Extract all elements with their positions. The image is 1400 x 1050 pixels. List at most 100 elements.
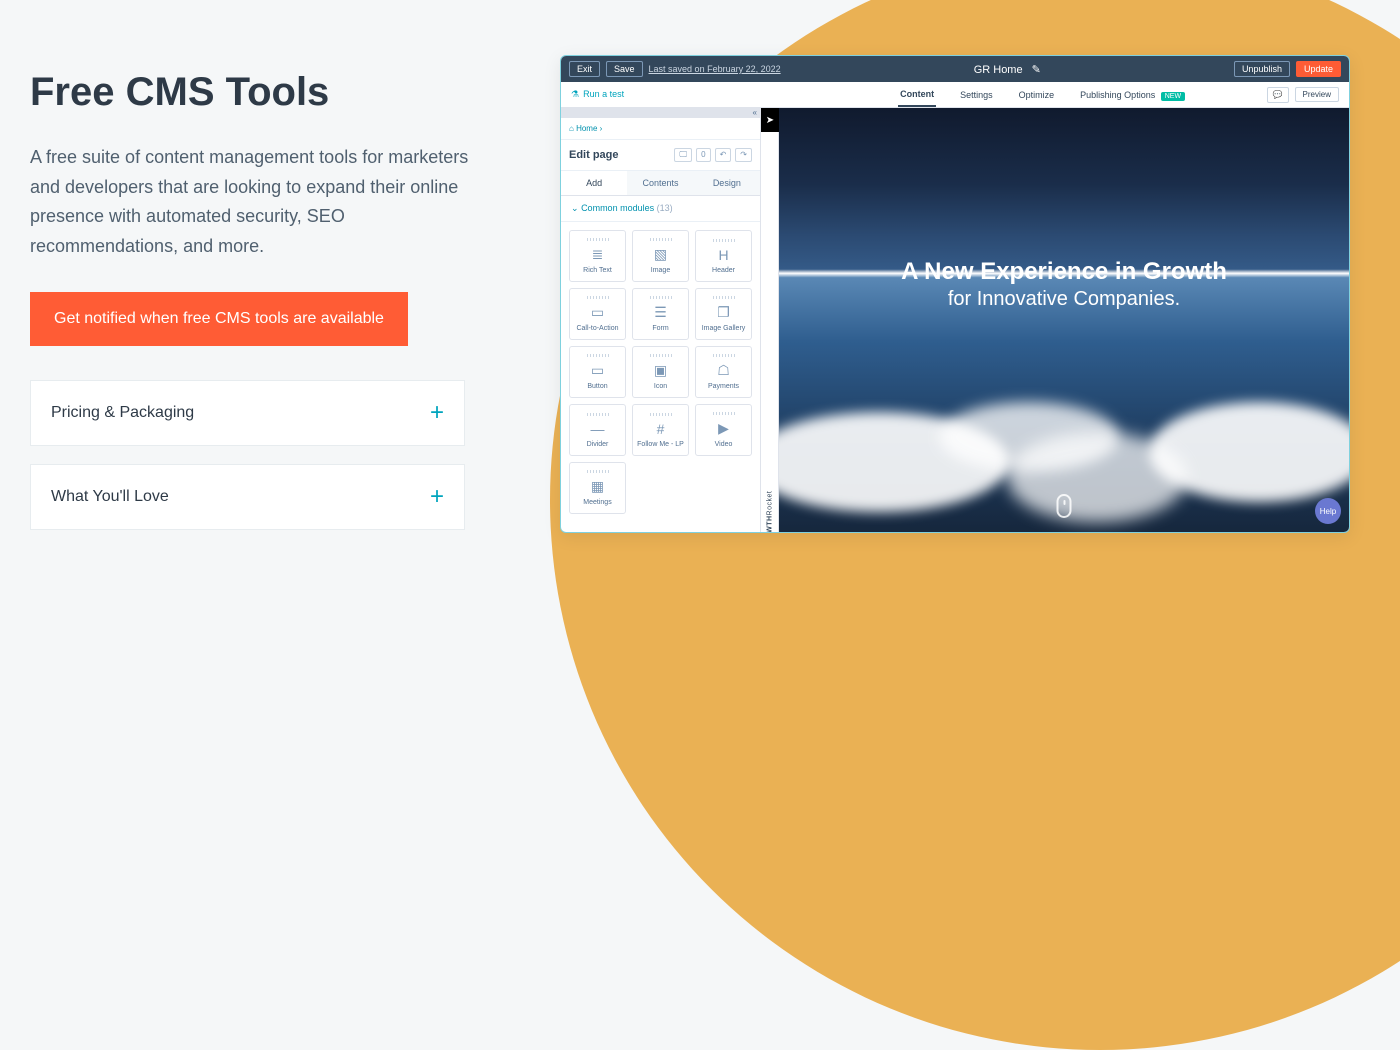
module-icon: ≣ [592, 246, 604, 263]
page-subheading: A free suite of content management tools… [30, 143, 470, 262]
module-label: Call-to-Action [576, 325, 618, 332]
drag-handle-icon [650, 413, 672, 416]
chat-icon[interactable]: 💬 [1267, 87, 1289, 103]
module-meetings[interactable]: ▦ Meetings [569, 462, 626, 514]
preview-button[interactable]: Preview [1295, 87, 1339, 102]
drag-handle-icon [587, 470, 609, 473]
module-icon: ☖ [717, 362, 730, 379]
module-image-gallery[interactable]: ❐ Image Gallery [695, 288, 752, 340]
module-label: Image [651, 267, 670, 274]
hero-line-2: for Innovative Companies. [779, 288, 1349, 311]
editor-sidebar: « ⌂ Home › Edit page 🖵 0 ↶ ↷ [561, 108, 761, 532]
drag-handle-icon [713, 296, 735, 299]
flask-icon: ⚗ [571, 89, 579, 100]
module-divider[interactable]: — Divider [569, 404, 626, 456]
edit-page-title: Edit page [569, 149, 619, 161]
tab-publishing[interactable]: Publishing Options NEW [1078, 84, 1187, 106]
module-icon: ❐ [717, 304, 730, 321]
module-icon: ▶ [718, 420, 729, 437]
module-form[interactable]: ☰ Form [632, 288, 689, 340]
tab-content[interactable]: Content [898, 83, 936, 107]
module-label: Icon [654, 383, 667, 390]
module-label: Follow Me - LP [637, 441, 684, 448]
undo-button[interactable]: ↶ [715, 148, 732, 162]
accordion-pricing[interactable]: Pricing & Packaging + [30, 380, 465, 446]
redo-button[interactable]: ↷ [735, 148, 752, 162]
drag-handle-icon [650, 296, 672, 299]
vertical-rail: ➤ GROWTHRocket [761, 108, 779, 532]
module-label: Divider [587, 441, 609, 448]
accordion-title: What You'll Love [51, 488, 169, 506]
exit-button[interactable]: Exit [569, 61, 600, 77]
run-test-link[interactable]: ⚗ Run a test [571, 89, 624, 100]
drag-handle-icon [713, 239, 735, 242]
drag-handle-icon [650, 238, 672, 241]
module-rich-text[interactable]: ≣ Rich Text [569, 230, 626, 282]
module-video[interactable]: ▶ Video [695, 404, 752, 456]
module-label: Rich Text [583, 267, 612, 274]
accordion-love[interactable]: What You'll Love + [30, 464, 465, 530]
chevron-down-icon: ⌄ [571, 203, 579, 213]
new-badge: NEW [1161, 92, 1185, 101]
module-label: Image Gallery [702, 325, 746, 332]
module-icon: — [591, 421, 605, 437]
preview-canvas[interactable]: A New Experience in Growth for Innovativ… [779, 108, 1349, 532]
collapse-icon[interactable]: « [561, 108, 760, 118]
module-button[interactable]: ▭Button [569, 346, 626, 398]
rocket-icon[interactable]: ➤ [761, 108, 779, 132]
module-icon: ▭ [591, 304, 604, 321]
plus-icon: + [430, 399, 444, 427]
scroll-mouse-icon [1057, 494, 1072, 518]
count-badge: 0 [696, 148, 710, 162]
page-title: GR Home ✎ [787, 63, 1228, 76]
app-screenshot: Exit Save Last saved on February 22, 202… [560, 55, 1350, 533]
module-call-to-action[interactable]: ▭ Call-to-Action [569, 288, 626, 340]
module-label: Video [715, 441, 733, 448]
tab-settings[interactable]: Settings [958, 84, 995, 106]
drag-handle-icon [587, 413, 609, 416]
module-header[interactable]: H Header [695, 230, 752, 282]
help-button[interactable]: Help [1315, 498, 1341, 524]
editor-tabbar: ⚗ Run a test Content Settings Optimize P… [561, 82, 1349, 108]
module-icon: # [657, 421, 665, 437]
unpublish-button[interactable]: Unpublish [1234, 61, 1290, 77]
subtab-add[interactable]: Add [561, 171, 627, 195]
module-label: Payments [708, 383, 739, 390]
module-icon: ☰ [654, 304, 667, 321]
save-button[interactable]: Save [606, 61, 643, 77]
cta-button[interactable]: Get notified when free CMS tools are ava… [30, 292, 408, 346]
plus-icon: + [430, 483, 444, 511]
module-image[interactable]: ▧ Image [632, 230, 689, 282]
hero-line-1: A New Experience in Growth [779, 258, 1349, 286]
drag-handle-icon [713, 412, 735, 415]
device-toggle[interactable]: 🖵 [674, 148, 692, 162]
module-payments[interactable]: ☖ Payments [695, 346, 752, 398]
module-label: Form [652, 325, 668, 332]
module-follow-me-lp[interactable]: # Follow Me - LP [632, 404, 689, 456]
module-icon: ▧ [654, 246, 667, 263]
module-label: Button [587, 383, 607, 390]
chevron-right-icon: › [600, 124, 603, 133]
breadcrumb[interactable]: ⌂ Home › [561, 118, 760, 140]
section-header[interactable]: ⌄ Common modules (13) [561, 196, 760, 222]
module-label: Meetings [583, 499, 611, 506]
brand-text: GROWTHRocket [766, 491, 773, 532]
tab-optimize[interactable]: Optimize [1017, 84, 1057, 106]
update-button[interactable]: Update [1296, 61, 1341, 77]
module-icon: H [718, 247, 728, 263]
module-icon[interactable]: ▣Icon [632, 346, 689, 398]
pencil-icon[interactable]: ✎ [1032, 64, 1041, 76]
module-label: Header [712, 267, 735, 274]
drag-handle-icon [587, 238, 609, 241]
home-icon: ⌂ [569, 124, 574, 133]
drag-handle-icon [713, 354, 735, 357]
editor-topbar: Exit Save Last saved on February 22, 202… [561, 56, 1349, 82]
cloud-decoration [1007, 432, 1187, 522]
subtab-design[interactable]: Design [694, 171, 760, 195]
page-title-text: GR Home [974, 64, 1023, 76]
page-heading: Free CMS Tools [30, 70, 470, 115]
drag-handle-icon [587, 296, 609, 299]
subtab-contents[interactable]: Contents [627, 171, 693, 195]
accordion-title: Pricing & Packaging [51, 404, 194, 422]
module-icon: ▦ [591, 478, 604, 495]
